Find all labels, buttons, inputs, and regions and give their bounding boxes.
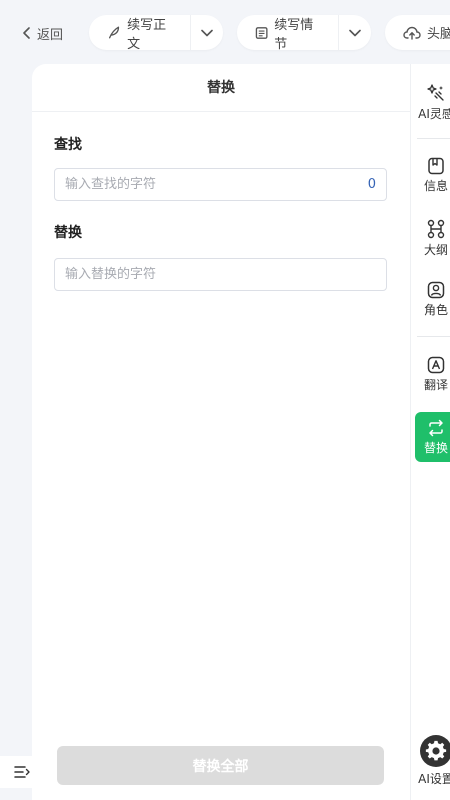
sidebar-item-translate[interactable]: 翻译 (415, 349, 450, 399)
back-label: 返回 (37, 27, 64, 43)
replace-field (54, 258, 387, 291)
sidebar-item-replace[interactable]: 替换 (415, 412, 450, 462)
feather-icon (108, 26, 120, 39)
find-label: 查找 (54, 137, 82, 153)
continue-plot-button[interactable]: 续写情节 (237, 15, 338, 52)
menu-collapse-icon (14, 766, 30, 778)
find-input[interactable] (55, 169, 368, 200)
book-icon (428, 157, 444, 174)
outline-icon (427, 219, 445, 238)
brainstorm-main[interactable]: 头脑风暴 (385, 15, 450, 50)
continue-plot-expand[interactable] (339, 15, 371, 50)
match-count: 0 (367, 177, 376, 192)
continue-plot-label: 续写情节 (274, 17, 314, 52)
continue-text-label: 续写正文 (127, 17, 167, 52)
continue-text-button[interactable]: 续写正文 (89, 15, 190, 52)
collapse-sidebar-button[interactable] (0, 756, 44, 788)
brainstorm-label: 头脑风暴 (427, 27, 450, 42)
sidebar-divider (417, 138, 450, 139)
sidebar-item-info[interactable]: 信息 (415, 150, 450, 200)
sidebar-item-characters[interactable]: 角色 (415, 274, 450, 324)
continue-text-expand[interactable] (191, 15, 223, 50)
sidebar-divider (417, 336, 450, 337)
sidebar-item-ai-settings[interactable]: AI设置 (415, 732, 450, 788)
sidebar-item-label: 信息 (423, 178, 448, 193)
translate-icon (427, 356, 445, 373)
sidebar-item-outline[interactable]: 大纲 (415, 213, 450, 263)
gear-icon (420, 734, 450, 767)
chevron-down-icon (201, 29, 213, 36)
right-sidebar: AI灵感 信息 大纲 角色 翻译 替换 AI设置 (410, 64, 450, 800)
sidebar-item-ai-inspiration[interactable]: AI灵感 (415, 77, 450, 127)
sidebar-item-label: 替换 (423, 440, 448, 455)
find-field: 0 (54, 168, 387, 201)
replace-input[interactable] (55, 259, 386, 290)
chevron-down-icon (348, 29, 361, 36)
sidebar-item-label: 翻译 (423, 377, 448, 392)
brainstorm-button[interactable]: 头脑风暴 (385, 15, 450, 50)
panel-title: 替换 (32, 64, 410, 112)
person-icon (427, 281, 445, 298)
document-icon (255, 26, 268, 39)
continue-plot-dropdown: 续写情节 (237, 15, 371, 52)
continue-text-dropdown: 续写正文 (89, 15, 223, 52)
sidebar-item-label: 角色 (423, 302, 448, 317)
chevron-left-icon (23, 27, 30, 39)
swap-icon (429, 419, 443, 436)
back-button[interactable]: 返回 (22, 22, 63, 44)
replace-panel: 替换 查找 0 替换 替换全部 (32, 64, 410, 800)
sidebar-item-label: AI设置 (418, 771, 450, 786)
sparkle-icon (427, 83, 444, 101)
replace-all-button[interactable]: 替换全部 (57, 746, 384, 785)
sidebar-item-label: 大纲 (423, 242, 448, 257)
replace-label: 替换 (54, 225, 82, 241)
sidebar-item-label: AI灵感 (418, 106, 450, 121)
cloud-upload-icon (403, 26, 421, 40)
top-toolbar: 返回 续写正文 续写情节 头脑风暴 (0, 0, 450, 64)
